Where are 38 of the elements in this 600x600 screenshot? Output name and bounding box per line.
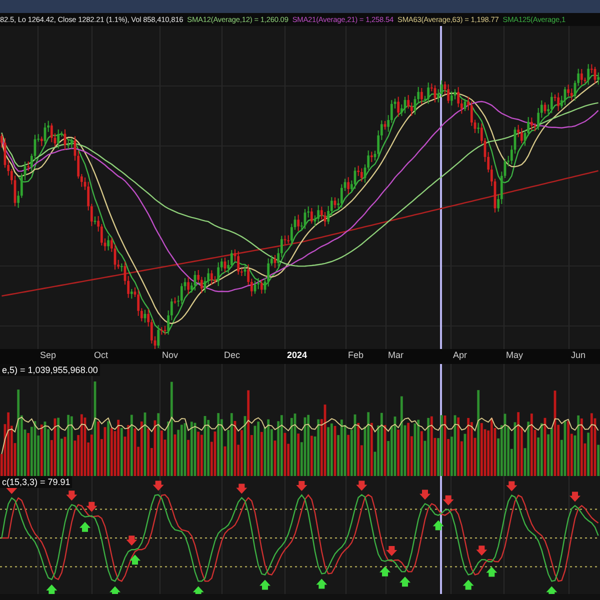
date-axis-label: Mar [388,350,404,360]
down-arrow-icon [386,546,398,556]
up-arrow-icon [400,576,410,587]
date-axis-label: 2024 [287,350,308,360]
oscillator-indicator-label: c(15,3,3) = 79.91 [0,476,72,488]
date-axis-label: Jun [571,350,586,360]
date-axis-label: Oct [94,350,108,360]
up-arrow-icon [192,586,204,594]
down-arrow-icon [236,484,248,494]
up-arrow-icon [462,580,474,590]
down-arrow-icon [356,480,368,491]
up-arrow-icon [546,586,558,594]
up-arrow-icon [80,522,90,532]
down-arrow-icon [570,492,580,502]
down-arrow-icon [86,502,98,512]
down-arrow-icon [442,495,454,506]
date-axis-label: Apr [453,350,468,360]
up-arrow-icon [316,578,328,589]
down-arrow-icon [152,480,164,491]
down-arrow-icon [506,481,518,492]
down-arrow-icon [476,546,488,556]
down-arrow-icon [126,536,138,546]
down-arrow-icon [420,490,430,500]
up-arrow-icon [46,584,58,594]
down-arrow-icon [296,481,308,491]
up-arrow-icon [380,566,390,576]
up-arrow-icon [260,580,270,590]
up-arrow-icon [486,566,498,577]
down-arrow-icon [66,490,78,501]
up-arrow-icon [130,554,140,565]
up-arrow-icon [110,586,120,594]
date-axis-label: Feb [348,350,364,360]
date-axis-label: Nov [162,350,178,360]
date-axis-label: May [506,350,524,360]
date-axis-label: Sep [40,350,56,360]
volume-indicator-label: e,5) = 1,039,955,968.00 [0,364,100,376]
date-axis-label: Dec [224,350,240,360]
up-arrow-icon [432,520,444,530]
